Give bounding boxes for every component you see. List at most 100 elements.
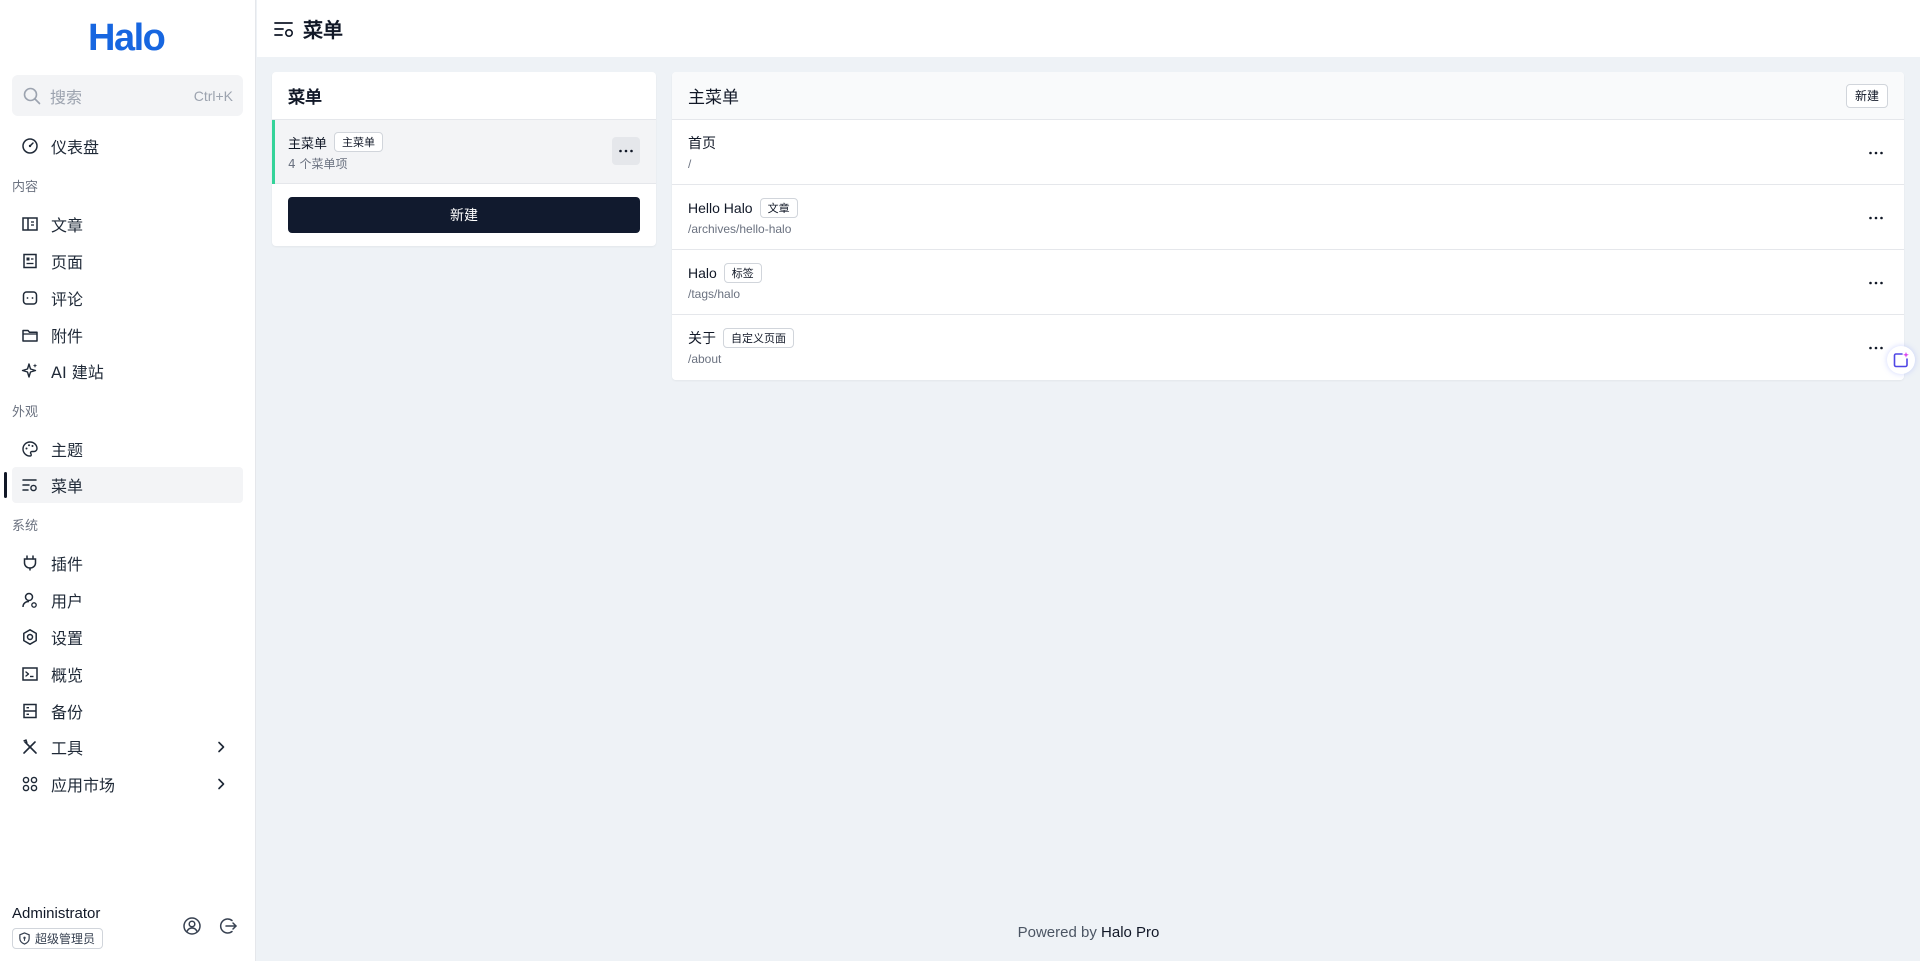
group-title-content: 内容 [12, 180, 39, 195]
gear-icon [23, 629, 37, 645]
selected-accent [272, 120, 275, 184]
sidebar-item-backup[interactable]: 备份 [12, 693, 243, 729]
menu-item-path: /archives/hello-halo [688, 222, 792, 236]
more-options-button[interactable] [1866, 208, 1886, 228]
menu-items-card: 主菜单 新建 首页 / Hello Halo 文章 /archives/hello… [672, 72, 1904, 380]
menus-card-header: 菜单 [272, 72, 656, 120]
menu-settings-icon [22, 479, 37, 492]
tools-icon [23, 739, 37, 754]
sidebar-item-app-market[interactable]: 应用市场 [12, 766, 243, 802]
search-icon [23, 87, 41, 104]
menu-tag: 主菜单 [334, 132, 384, 152]
sidebar-item-label: AI 建站 [51, 363, 104, 382]
menu-name: 主菜单 [288, 136, 328, 152]
ai-assistant-icon [1893, 352, 1909, 368]
role-badge: 超级管理员 [12, 928, 104, 949]
menu-settings-icon [274, 21, 294, 37]
ellipsis-icon [1869, 216, 1883, 220]
sidebar-item-label: 工具 [51, 739, 84, 758]
apps-grid-icon [22, 776, 38, 792]
sidebar-item-ai-site[interactable]: AI 建站 [12, 353, 243, 389]
active-indicator [4, 472, 7, 498]
menu-item-path: / [688, 157, 692, 171]
sidebar-item-label: 主题 [51, 441, 84, 460]
sidebar-item-label: 页面 [51, 253, 84, 272]
menu-item-count: 4 个菜单项 [288, 157, 348, 171]
more-options-button[interactable] [1866, 338, 1886, 358]
menu-item-row[interactable]: 首页 / [672, 120, 1904, 185]
menu-item-type-tag: 文章 [759, 198, 798, 218]
sidebar-item-label: 插件 [51, 555, 84, 574]
menu-item-path: /about [688, 352, 722, 366]
menu-item-row[interactable]: 关于 自定义页面 /about [672, 315, 1904, 380]
menus-card-title: 菜单 [288, 88, 322, 108]
group-title-appearance: 外观 [12, 405, 39, 420]
user-profile-icon[interactable] [182, 916, 202, 936]
sidebar-item-label: 仪表盘 [51, 138, 100, 157]
menu-item-name: 关于 [688, 330, 716, 346]
menu-item-row[interactable]: Hello Halo 文章 /archives/hello-halo [672, 185, 1904, 250]
logout-icon[interactable] [218, 916, 238, 936]
ellipsis-icon [1869, 151, 1883, 155]
shield-icon [19, 932, 30, 945]
sidebar-item-dashboard[interactable]: 仪表盘 [12, 128, 243, 164]
plug-icon [23, 555, 37, 571]
more-options-button[interactable] [1866, 143, 1886, 163]
dashboard-gauge-icon [22, 138, 38, 154]
page-title: 菜单 [303, 18, 343, 42]
folder-icon [22, 329, 38, 342]
sidebar: Halo 搜索 Ctrl+K 仪表盘 内容 文章 页面 评论 附件 AI 建站 … [0, 0, 256, 961]
sidebar-item-users[interactable]: 用户 [12, 582, 243, 618]
halo-logo[interactable]: Halo [88, 17, 166, 59]
footer-brand-link[interactable]: Halo Pro [1101, 924, 1159, 941]
comment-icon [22, 291, 38, 305]
more-options-button[interactable] [612, 137, 640, 165]
sidebar-item-pages[interactable]: 页面 [12, 243, 243, 279]
sidebar-item-label: 设置 [51, 629, 84, 648]
sidebar-item-label: 概览 [51, 666, 84, 685]
ellipsis-icon [1869, 281, 1883, 285]
database-icon [23, 703, 37, 719]
new-menu-item-button[interactable]: 新建 [1845, 83, 1888, 108]
assistant-float-button[interactable] [1887, 346, 1915, 374]
sidebar-item-label: 评论 [51, 290, 84, 309]
menu-list-item[interactable]: 主菜单 主菜单 4 个菜单项 [272, 120, 656, 184]
menu-item-row[interactable]: Halo 标签 /tags/halo [672, 250, 1904, 315]
terminal-icon [22, 667, 38, 681]
sidebar-item-themes[interactable]: 主题 [12, 431, 243, 467]
menu-items-card-title: 主菜单 [688, 88, 739, 108]
search-input[interactable]: 搜索 Ctrl+K [12, 75, 243, 116]
ellipsis-icon [619, 149, 633, 153]
menu-item-type-tag: 标签 [723, 263, 762, 283]
more-options-button[interactable] [1866, 273, 1886, 293]
sidebar-item-label: 菜单 [51, 477, 84, 496]
sidebar-item-comments[interactable]: 评论 [12, 280, 243, 316]
menu-item-type-tag: 自定义页面 [723, 328, 794, 348]
sidebar-item-label: 应用市场 [51, 776, 116, 795]
page-layout-icon [23, 253, 37, 269]
sidebar-item-label: 附件 [51, 327, 84, 346]
menu-items-card-header: 主菜单 新建 [672, 72, 1904, 120]
sidebar-item-label: 用户 [51, 592, 84, 611]
sidebar-item-label: 备份 [51, 703, 84, 722]
sidebar-item-settings[interactable]: 设置 [12, 619, 243, 655]
menu-item-name: Hello Halo [688, 200, 753, 216]
sidebar-item-tools[interactable]: 工具 [12, 729, 243, 765]
new-menu-button[interactable]: 新建 [288, 197, 640, 233]
palette-icon [22, 441, 38, 457]
menu-item-path: /tags/halo [688, 287, 741, 301]
sidebar-item-menus[interactable]: 菜单 [12, 467, 243, 503]
menu-item-name: 首页 [688, 135, 716, 151]
sidebar-item-label: 文章 [51, 216, 84, 235]
footer: Powered by Halo Pro [257, 924, 1920, 941]
logo-text: Halo [88, 17, 166, 59]
sparkle-icon [21, 363, 38, 378]
sidebar-item-posts[interactable]: 文章 [12, 206, 243, 242]
user-icon [22, 592, 37, 608]
sidebar-item-attachments[interactable]: 附件 [12, 317, 243, 353]
sidebar-item-overview[interactable]: 概览 [12, 656, 243, 692]
footer-prefix: Powered by [1017, 924, 1097, 941]
sidebar-item-plugins[interactable]: 插件 [12, 545, 243, 581]
page-header: 菜单 [257, 0, 1920, 57]
role-label: 超级管理员 [35, 932, 96, 946]
